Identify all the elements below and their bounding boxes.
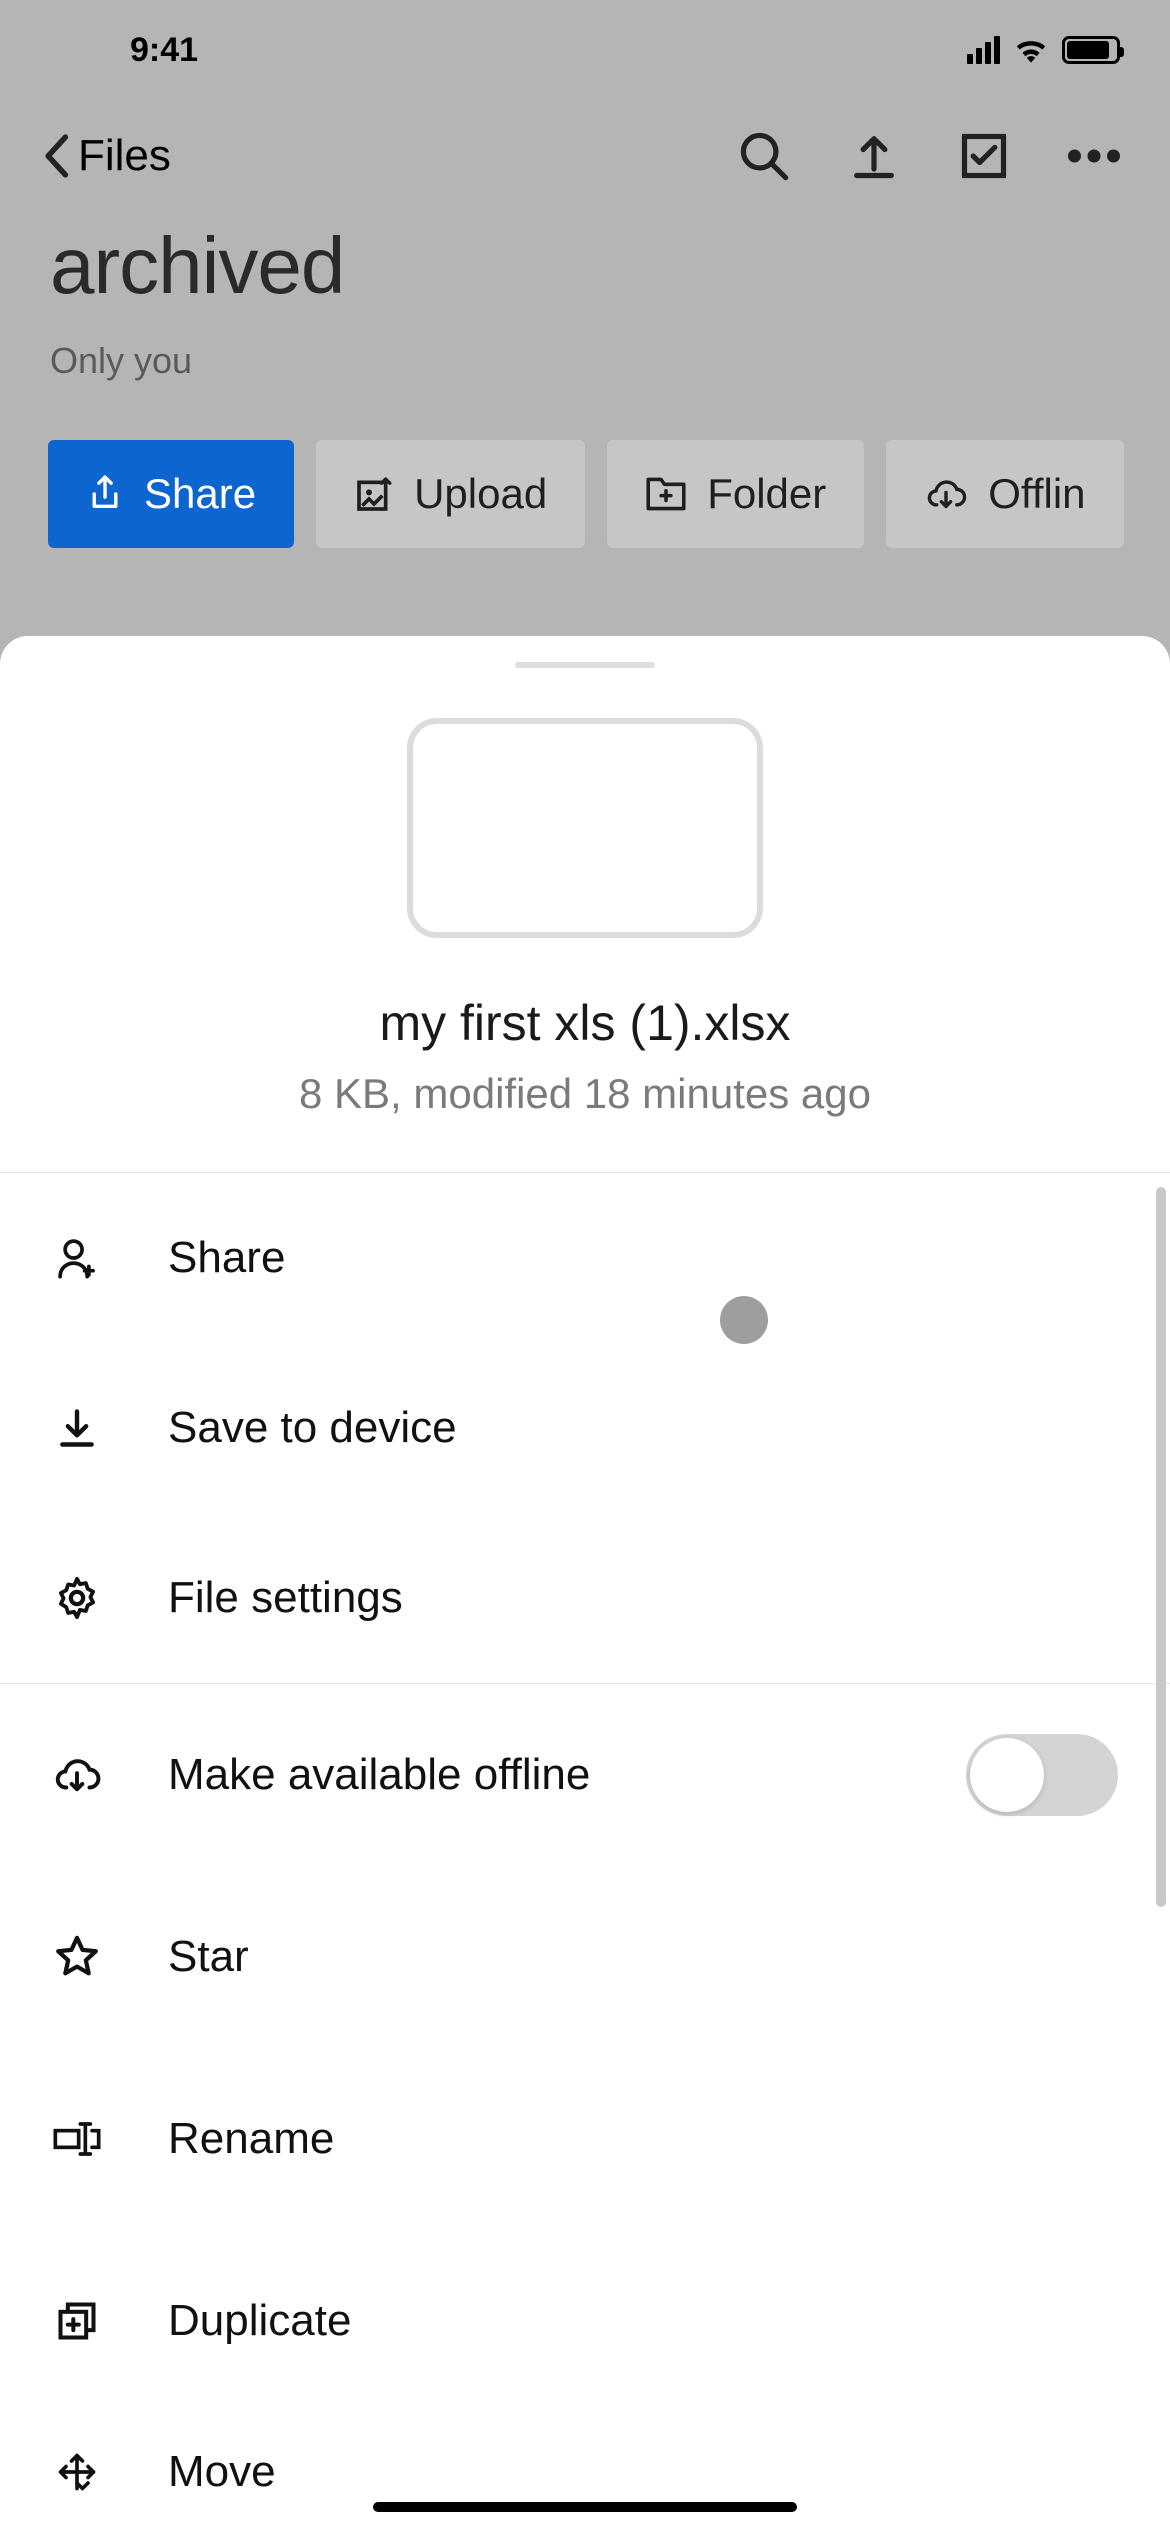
file-name: my first xls (1).xlsx bbox=[0, 994, 1170, 1052]
page-subtitle: Only you bbox=[50, 340, 1120, 382]
status-time: 9:41 bbox=[130, 31, 198, 70]
person-add-icon bbox=[52, 1236, 102, 1280]
more-icon[interactable] bbox=[1068, 149, 1120, 163]
menu-label: Share bbox=[168, 1233, 1118, 1283]
rename-icon bbox=[52, 2119, 102, 2159]
menu-share[interactable]: Share bbox=[0, 1173, 1170, 1343]
menu-label: Star bbox=[168, 1932, 1118, 1982]
move-icon bbox=[52, 2450, 102, 2494]
sheet-grabber[interactable] bbox=[515, 662, 655, 668]
offline-toggle[interactable] bbox=[966, 1734, 1118, 1816]
menu-duplicate[interactable]: Duplicate bbox=[0, 2230, 1170, 2412]
menu-label: Rename bbox=[168, 2114, 1118, 2164]
share-chip[interactable]: Share bbox=[48, 440, 294, 548]
folder-chip[interactable]: Folder bbox=[607, 440, 864, 548]
menu-save-to-device[interactable]: Save to device bbox=[0, 1343, 1170, 1513]
nav-bar: Files bbox=[0, 100, 1170, 202]
chip-label: Share bbox=[144, 470, 256, 518]
download-icon bbox=[52, 1406, 102, 1450]
duplicate-icon bbox=[52, 2299, 102, 2343]
menu-label: Make available offline bbox=[168, 1750, 900, 1800]
menu-star[interactable]: Star bbox=[0, 1866, 1170, 2048]
chevron-left-icon bbox=[42, 134, 70, 178]
gear-icon bbox=[52, 1575, 102, 1621]
offline-chip[interactable]: Offlin bbox=[886, 440, 1123, 548]
chip-label: Folder bbox=[707, 470, 826, 518]
menu-label: Move bbox=[168, 2447, 1118, 2497]
home-indicator[interactable] bbox=[373, 2502, 797, 2512]
chip-label: Upload bbox=[414, 470, 547, 518]
action-bar: Share Upload Folder Offlin bbox=[0, 392, 1170, 548]
cursor-dot bbox=[720, 1296, 768, 1344]
folder-plus-icon bbox=[645, 476, 687, 512]
back-button[interactable]: Files bbox=[42, 131, 171, 181]
share-icon bbox=[86, 474, 124, 514]
menu-move[interactable]: Move bbox=[0, 2412, 1170, 2532]
status-indicators bbox=[967, 36, 1120, 64]
menu-label: Save to device bbox=[168, 1403, 1118, 1453]
menu-file-settings[interactable]: File settings bbox=[0, 1513, 1170, 1683]
cellular-icon bbox=[967, 36, 1000, 64]
page-title: archived bbox=[50, 220, 1120, 312]
chip-label: Offlin bbox=[988, 470, 1085, 518]
menu-rename[interactable]: Rename bbox=[0, 2048, 1170, 2230]
battery-icon bbox=[1062, 36, 1120, 64]
scroll-indicator bbox=[1156, 1187, 1166, 1907]
menu-label: File settings bbox=[168, 1573, 1118, 1623]
search-icon[interactable] bbox=[738, 130, 790, 182]
back-label: Files bbox=[78, 131, 171, 181]
file-preview bbox=[407, 718, 763, 938]
upload-icon[interactable] bbox=[848, 130, 900, 182]
status-bar: 9:41 bbox=[0, 0, 1170, 100]
image-upload-icon bbox=[354, 474, 394, 514]
star-icon bbox=[52, 1934, 102, 1980]
file-actions-sheet: my first xls (1).xlsx 8 KB, modified 18 … bbox=[0, 636, 1170, 2532]
cloud-download-icon bbox=[52, 1755, 102, 1795]
checkbox-icon[interactable] bbox=[958, 130, 1010, 182]
file-meta: 8 KB, modified 18 minutes ago bbox=[0, 1070, 1170, 1118]
cloud-download-icon bbox=[924, 477, 968, 511]
wifi-icon bbox=[1014, 37, 1048, 63]
menu-label: Duplicate bbox=[168, 2296, 1118, 2346]
upload-chip[interactable]: Upload bbox=[316, 440, 585, 548]
menu-offline[interactable]: Make available offline bbox=[0, 1684, 1170, 1866]
